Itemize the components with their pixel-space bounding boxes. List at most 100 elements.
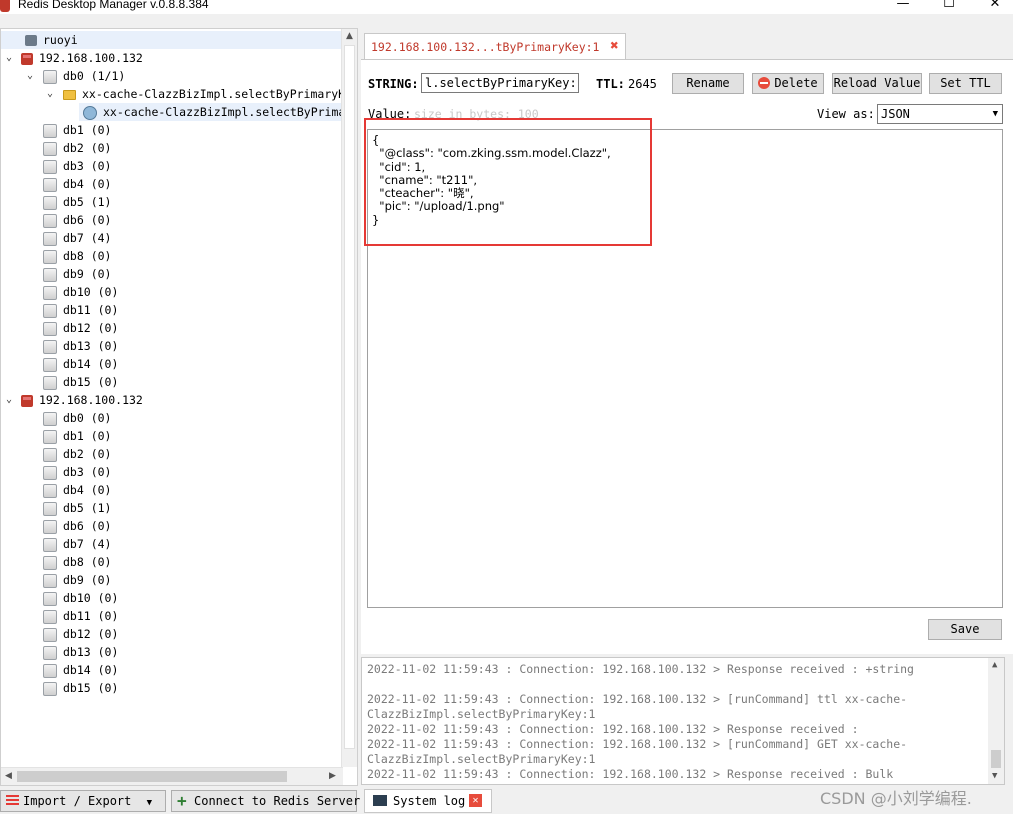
connect-server-button[interactable]: + Connect to Redis Server	[171, 790, 360, 812]
database-icon	[43, 357, 57, 372]
tree-item-db[interactable]: db12 (0)	[1, 319, 118, 337]
tree-item-db[interactable]: db2 (0)	[1, 139, 111, 157]
tree-item-db[interactable]: db1 (0)	[1, 427, 111, 445]
scroll-up-icon[interactable]: ▲	[346, 31, 353, 41]
minimize-button[interactable]: —	[880, 0, 926, 14]
database-icon	[43, 249, 57, 264]
scroll-down-icon[interactable]: ▼	[992, 771, 997, 781]
database-icon	[43, 69, 57, 84]
tree-item-label: db13 (0)	[63, 339, 119, 353]
tree-item-key[interactable]: xx-cache-ClazzBizImpl.selectByPrimaryKey…	[79, 103, 343, 121]
tree-item-db[interactable]: db10 (0)	[1, 589, 118, 607]
log-line: ClazzBizImpl.selectByPrimaryKey:1	[367, 752, 596, 766]
log-line: 2022-11-02 11:59:43 : Connection: 192.16…	[367, 767, 894, 781]
scroll-left-icon[interactable]: ◀	[5, 771, 12, 781]
connection-tree-panel: ruoyi ⌄ 192.168.100.132 ⌄ db0 (1/1) ⌄ xx…	[0, 28, 358, 786]
set-ttl-button[interactable]: Set TTL	[929, 73, 1002, 94]
tree-item-db[interactable]: db11 (0)	[1, 607, 118, 625]
scroll-right-icon[interactable]: ▶	[329, 771, 336, 781]
tree-item-db[interactable]: db9 (0)	[1, 265, 111, 283]
chevron-down-icon[interactable]: ⌄	[45, 85, 55, 103]
tree-item-db[interactable]: db8 (0)	[1, 553, 111, 571]
database-icon	[43, 375, 57, 390]
tree-item-ruoyi[interactable]: ruoyi	[1, 31, 343, 49]
log-line: ClazzBizImpl.selectByPrimaryKey:1	[367, 707, 596, 721]
ttl-value: 2645	[628, 77, 657, 91]
tree-item-db[interactable]: db9 (0)	[1, 571, 111, 589]
chevron-down-icon[interactable]: ⌄	[4, 391, 14, 409]
tree-item-db[interactable]: db5 (1)	[1, 499, 111, 517]
tab-system-log[interactable]: System log ✕	[364, 789, 492, 813]
tree-item-label: 192.168.100.132	[39, 51, 143, 65]
tree-item-db[interactable]: db1 (0)	[1, 121, 111, 139]
database-icon	[43, 663, 57, 678]
close-tab-icon[interactable]: ✖	[608, 39, 621, 53]
maximize-button[interactable]: ☐	[926, 0, 972, 14]
tree-item-label: db12 (0)	[63, 321, 119, 335]
system-log-label: System log	[393, 794, 466, 808]
tree-item-db[interactable]: db0 (0)	[1, 409, 111, 427]
scrollbar-thumb[interactable]	[991, 750, 1001, 768]
reload-value-button[interactable]: Reload Value	[832, 73, 922, 94]
tree-item-db[interactable]: db7 (4)	[1, 535, 111, 553]
tree-item-label: db7 (4)	[63, 537, 112, 551]
tree-item-db[interactable]: db3 (0)	[1, 463, 111, 481]
database-icon	[43, 483, 57, 498]
log-scrollbar[interactable]: ▲ ▼	[988, 658, 1004, 784]
tree-item-db[interactable]: db13 (0)	[1, 337, 118, 355]
tree-item-label: db15 (0)	[63, 375, 119, 389]
tree-item-db[interactable]: db4 (0)	[1, 481, 111, 499]
save-button[interactable]: Save	[928, 619, 1002, 640]
chevron-down-icon[interactable]: ⌄	[4, 49, 14, 67]
tree-item-db[interactable]: db15 (0)	[1, 679, 118, 697]
tree-item-server-2[interactable]: ⌄ 192.168.100.132	[1, 391, 143, 409]
chevron-down-icon[interactable]: ⌄	[25, 67, 35, 85]
tree-item-db[interactable]: db10 (0)	[1, 283, 118, 301]
tree-item-db[interactable]: db14 (0)	[1, 355, 118, 373]
delete-icon	[758, 77, 771, 89]
tree-item-db[interactable]: db7 (4)	[1, 229, 111, 247]
tab-key[interactable]: 192.168.100.132...tByPrimaryKey:1 ✖	[364, 33, 626, 59]
rename-button[interactable]: Rename	[672, 73, 744, 94]
tree-horizontal-scrollbar[interactable]: ◀ ▶	[1, 767, 343, 785]
database-icon	[43, 609, 57, 624]
tree-item-label: db4 (0)	[63, 177, 112, 191]
key-name-input[interactable]: l.selectByPrimaryKey:1	[421, 73, 579, 93]
system-log[interactable]: 2022-11-02 11:59:43 : Connection: 192.16…	[361, 657, 1005, 785]
close-icon[interactable]: ✕	[469, 794, 482, 807]
tree-vertical-scrollbar[interactable]: ▲	[341, 29, 357, 767]
tree-item-label: db8 (0)	[63, 555, 112, 569]
database-icon	[43, 465, 57, 480]
tree-item-db[interactable]: db6 (0)	[1, 211, 111, 229]
tree-item-db[interactable]: db3 (0)	[1, 157, 111, 175]
import-export-button[interactable]: Import / Export ▼	[0, 790, 166, 812]
tree-item-label: db11 (0)	[63, 609, 119, 623]
log-line: 2022-11-02 11:59:43 : Connection: 192.16…	[367, 722, 859, 736]
tree-item-db[interactable]: db4 (0)	[1, 175, 111, 193]
scrollbar-thumb[interactable]	[344, 45, 355, 749]
delete-button[interactable]: Delete	[752, 73, 824, 94]
view-as-select[interactable]: JSON ▼	[877, 104, 1003, 124]
log-line: 2022-11-02 11:59:43 : Connection: 192.16…	[367, 737, 908, 751]
tree-item-label: db5 (1)	[63, 501, 112, 515]
tree-item-server-1[interactable]: ⌄ 192.168.100.132	[1, 49, 143, 67]
scroll-up-icon[interactable]: ▲	[992, 660, 997, 670]
tree-item-db[interactable]: db12 (0)	[1, 625, 118, 643]
tree-item-db[interactable]: db5 (1)	[1, 193, 111, 211]
tree-item-db[interactable]: db6 (0)	[1, 517, 111, 535]
tree-item-db[interactable]: db15 (0)	[1, 373, 118, 391]
database-icon	[43, 195, 57, 210]
tree-item-db[interactable]: db11 (0)	[1, 301, 118, 319]
tree-item-label: db9 (0)	[63, 573, 112, 587]
tree-item-db[interactable]: db8 (0)	[1, 247, 111, 265]
tree-item-db0[interactable]: ⌄ db0 (1/1)	[1, 67, 125, 85]
tree-item-folder[interactable]: ⌄ xx-cache-ClazzBizImpl.selectByPrimaryK…	[1, 85, 343, 103]
scrollbar-thumb[interactable]	[17, 771, 287, 782]
close-window-button[interactable]: ✕	[972, 0, 1013, 14]
tree-item-db[interactable]: db14 (0)	[1, 661, 118, 679]
tree-item-db[interactable]: db2 (0)	[1, 445, 111, 463]
import-export-label: Import / Export	[23, 794, 132, 808]
database-icon	[43, 501, 57, 516]
tree-item-db[interactable]: db13 (0)	[1, 643, 118, 661]
tree-item-label: 192.168.100.132	[39, 393, 143, 407]
